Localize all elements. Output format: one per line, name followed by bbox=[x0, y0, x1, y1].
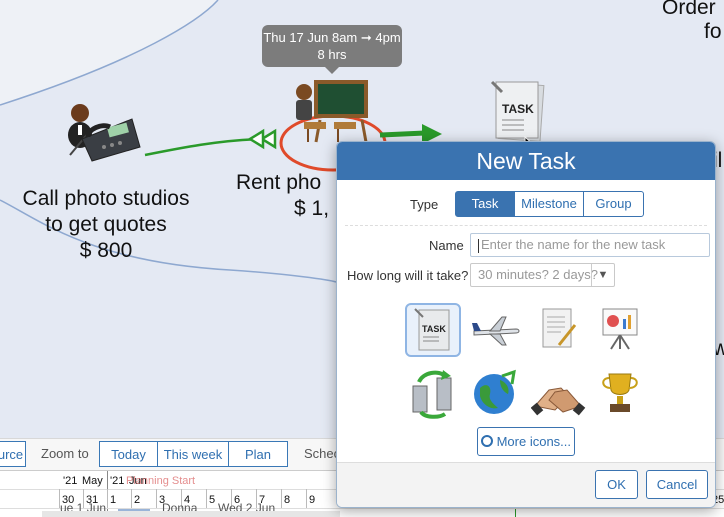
zoom-today-button[interactable]: Today bbox=[99, 441, 158, 467]
chevron-down-icon[interactable]: ▼ bbox=[591, 264, 614, 286]
planning-start-marker: Planning Start bbox=[126, 475, 196, 487]
type-task-option[interactable]: Task bbox=[455, 191, 515, 217]
icon-option-globe[interactable] bbox=[468, 366, 524, 420]
airplane-icon bbox=[472, 316, 520, 346]
timeline-month-may: May bbox=[82, 475, 103, 487]
node-call-photo-studios[interactable]: Call photo studios to get quotes $ 800 bbox=[8, 186, 204, 264]
document-sign-icon bbox=[542, 308, 577, 348]
duration-input[interactable]: 30 minutes? 2 days? ▼ bbox=[470, 263, 615, 287]
node-title-line2: fo bbox=[704, 20, 722, 43]
dialog-footer: OK Cancel bbox=[337, 462, 715, 507]
node-title-line1: Order bbox=[662, 0, 716, 19]
svg-text:TASK: TASK bbox=[422, 324, 446, 334]
classroom-icon[interactable] bbox=[290, 78, 376, 148]
name-label: Name bbox=[429, 238, 464, 253]
icon-option-sync[interactable] bbox=[405, 366, 461, 420]
icon-option-airplane[interactable] bbox=[468, 303, 524, 357]
trophy-icon bbox=[602, 373, 638, 412]
timeline-year-may: '21 bbox=[63, 475, 78, 487]
handshake-icon bbox=[530, 387, 586, 416]
node-title-line2: to get quotes bbox=[45, 213, 167, 236]
zoom-this-week-button[interactable]: This week bbox=[157, 441, 229, 467]
cancel-button[interactable]: Cancel bbox=[646, 470, 708, 499]
svg-text:TASK: TASK bbox=[502, 102, 534, 116]
task-name-placeholder: Enter the name for the new task bbox=[481, 237, 666, 252]
type-label: Type bbox=[410, 197, 439, 212]
timeline-day: 5 bbox=[209, 494, 216, 506]
icon-option-handshake[interactable] bbox=[530, 366, 587, 420]
node-cost: $ 800 bbox=[79, 239, 133, 262]
task-tooltip: Thu 17 Jun 8am ➞ 4pm 8 hrs bbox=[262, 25, 402, 74]
zoom-to-label: Zoom to bbox=[41, 446, 89, 461]
node-title-line1: Rent pho bbox=[236, 171, 322, 194]
timeline-day: 2 bbox=[134, 494, 141, 506]
timeline-day: 9 bbox=[309, 494, 316, 506]
node-title-line1: Call photo studios bbox=[22, 187, 190, 210]
timeline-year-jun: '21 bbox=[110, 475, 125, 487]
search-icon bbox=[480, 435, 493, 447]
tooltip-date-range: Thu 17 Jun 8am ➞ 4pm bbox=[263, 30, 401, 45]
timeline-day-divider bbox=[206, 489, 207, 508]
presentation-board-icon bbox=[602, 308, 638, 350]
duration-label: How long will it take? bbox=[347, 268, 469, 283]
schedule-label: Schec bbox=[304, 446, 341, 461]
ok-button[interactable]: OK bbox=[595, 470, 638, 499]
node-cost: $ 1, bbox=[294, 197, 330, 220]
task-name-input[interactable]: Enter the name for the new task bbox=[470, 233, 710, 257]
timeline-day-divider bbox=[306, 489, 307, 508]
type-milestone-option[interactable]: Milestone bbox=[514, 191, 584, 217]
timeline-day-divider bbox=[131, 489, 132, 508]
timeline-day-divider bbox=[107, 489, 108, 508]
task-note-icon[interactable]: TASK bbox=[488, 80, 548, 144]
zoom-plan-button[interactable]: Plan bbox=[228, 441, 288, 467]
more-icons-label: More icons... bbox=[496, 434, 572, 449]
duration-placeholder: 30 minutes? 2 days? bbox=[478, 267, 598, 282]
new-task-dialog: New Task Type Task Milestone Group Name … bbox=[336, 141, 716, 508]
node-order-title[interactable]: Order fo bbox=[662, 0, 722, 44]
resource-button[interactable]: urce bbox=[0, 441, 26, 467]
timeline-day-divider bbox=[156, 489, 157, 508]
sync-server-icon bbox=[412, 370, 452, 419]
telephone-operator-icon[interactable] bbox=[62, 99, 144, 167]
icon-option-task[interactable]: TASK bbox=[405, 303, 461, 357]
timeline-day-divider bbox=[281, 489, 282, 508]
globe-icon bbox=[474, 369, 516, 414]
tooltip-duration: 8 hrs bbox=[317, 47, 347, 62]
timeline-day: 1 bbox=[110, 494, 117, 506]
timeline-day: 8 bbox=[284, 494, 291, 506]
task-icon: TASK bbox=[414, 308, 450, 351]
more-icons-button[interactable]: More icons... bbox=[477, 427, 575, 456]
icon-option-document[interactable] bbox=[531, 303, 587, 357]
node-rent-photo[interactable]: Rent pho $ 1, bbox=[236, 170, 346, 222]
type-group-option[interactable]: Group bbox=[583, 191, 644, 217]
dialog-title: New Task bbox=[337, 142, 715, 180]
icon-option-trophy[interactable] bbox=[593, 366, 649, 420]
icon-option-presentation[interactable] bbox=[593, 303, 649, 357]
